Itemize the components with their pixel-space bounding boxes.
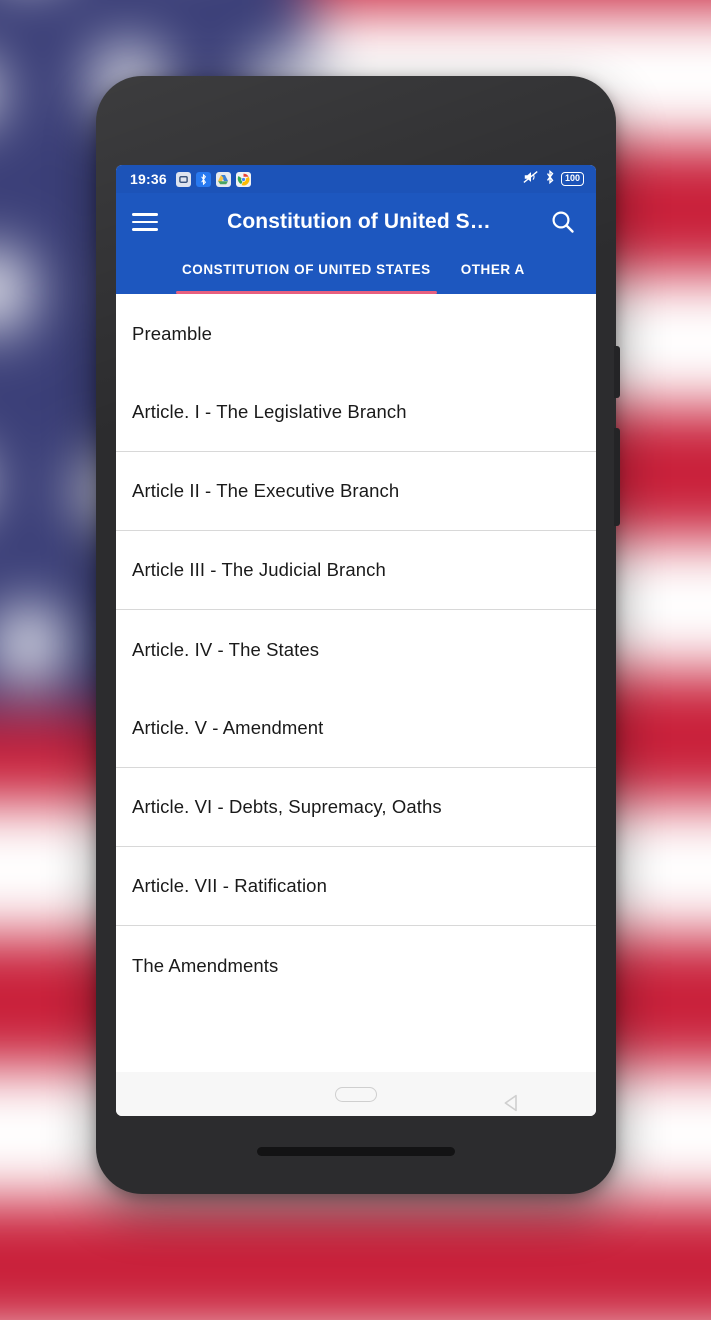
list-item[interactable]: Article. IV - The States	[116, 610, 596, 689]
page-title: Constitution of United S…	[227, 210, 491, 233]
system-navigation-bar	[116, 1072, 596, 1116]
home-icon[interactable]	[335, 1086, 377, 1102]
list-item[interactable]: Preamble	[116, 294, 596, 373]
list-item[interactable]: Article. VII - Ratification	[116, 847, 596, 926]
bottom-speaker-grille	[257, 1147, 455, 1156]
status-bar-system-icons: 100	[523, 169, 584, 189]
notification-icons	[175, 171, 251, 187]
list-item[interactable]: Article III - The Judicial Branch	[116, 531, 596, 610]
chrome-icon	[235, 171, 251, 187]
volume-button[interactable]	[614, 428, 620, 526]
bluetooth-icon	[545, 169, 555, 189]
status-bar: 19:36 100	[116, 165, 596, 193]
phone-screen: 19:36 100 Constitution of United S… CONS…	[116, 165, 596, 1116]
power-button[interactable]	[614, 346, 620, 398]
list-item[interactable]: Article. V - Amendment	[116, 689, 596, 768]
phone-device-frame: 19:36 100 Constitution of United S… CONS…	[96, 76, 620, 1194]
search-icon[interactable]	[546, 205, 580, 239]
screenshot-icon	[175, 171, 191, 187]
back-icon[interactable]	[503, 1084, 518, 1112]
tab-other-acts[interactable]: OTHER A	[461, 251, 525, 294]
article-list: Preamble Article. I - The Legislative Br…	[116, 294, 596, 1072]
flag-stripe	[0, 1200, 711, 1320]
tab-constitution-of-united-states[interactable]: CONSTITUTION OF UNITED STATES	[176, 251, 437, 294]
list-item[interactable]: Article II - The Executive Branch	[116, 452, 596, 531]
hamburger-line	[132, 228, 158, 231]
hamburger-line	[132, 220, 158, 224]
google-drive-icon	[215, 171, 231, 187]
flag-star-icon	[0, 48, 9, 137]
app-bar: Constitution of United S…	[116, 193, 596, 251]
volume-mute-icon	[523, 170, 539, 189]
hamburger-menu-icon[interactable]	[132, 205, 166, 239]
tab-bar: CONSTITUTION OF UNITED STATES OTHER A	[116, 251, 596, 294]
list-item[interactable]: The Amendments	[116, 926, 596, 1005]
flag-star-icon	[0, 595, 79, 694]
list-item[interactable]: Article. VI - Debts, Supremacy, Oaths	[116, 768, 596, 847]
flag-star-icon	[0, 236, 45, 345]
status-clock: 19:36	[130, 171, 167, 187]
battery-indicator: 100	[560, 172, 584, 186]
bluetooth-notification-icon	[195, 171, 211, 187]
list-item[interactable]: Article. I - The Legislative Branch	[116, 373, 596, 452]
hamburger-line	[132, 213, 158, 216]
